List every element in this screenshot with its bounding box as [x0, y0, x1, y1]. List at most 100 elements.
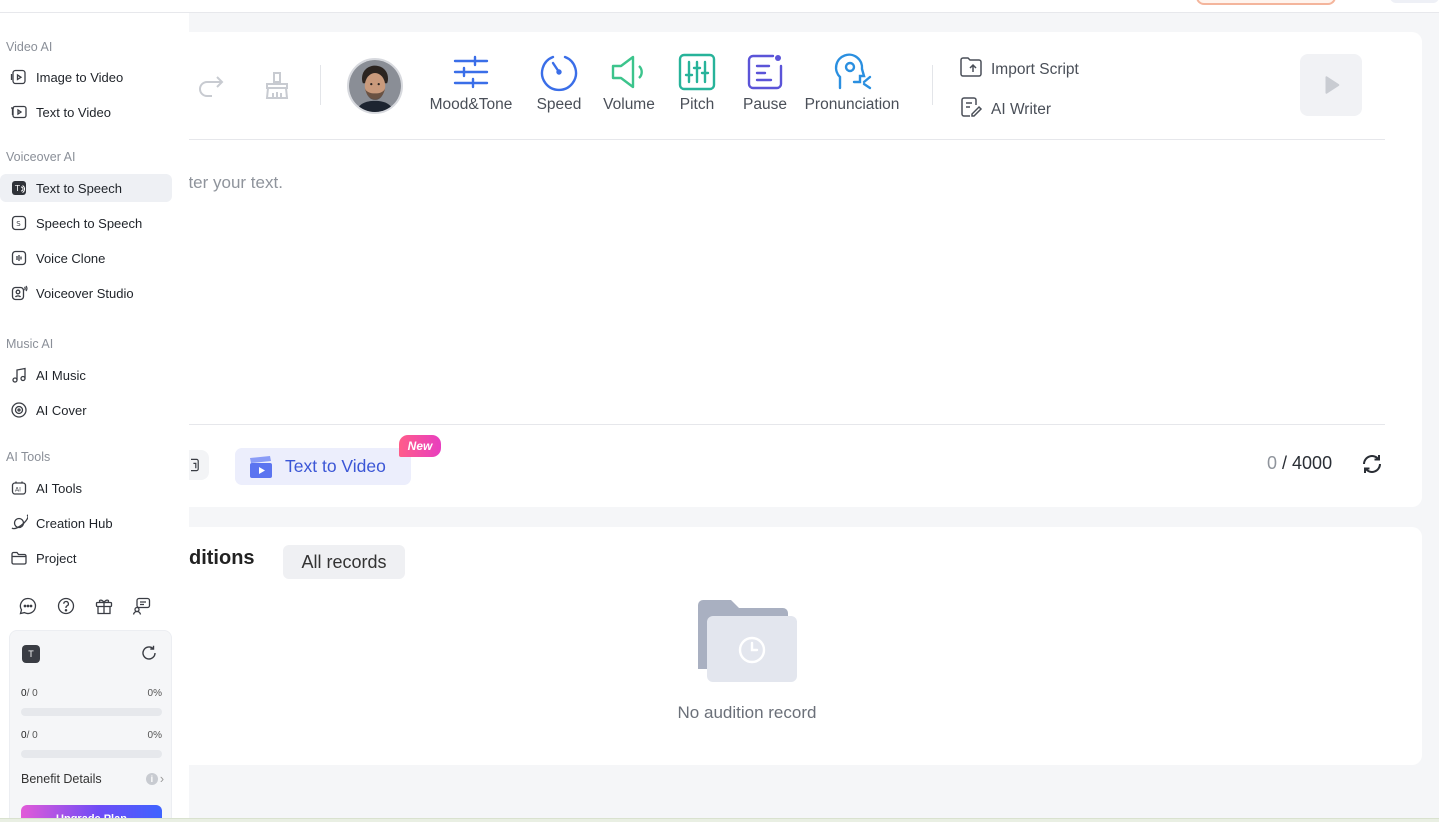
- svg-text:AI: AI: [15, 487, 21, 494]
- svg-text:T: T: [14, 184, 20, 193]
- sidebar-item-voice-clone[interactable]: Voice Clone: [0, 244, 172, 272]
- svg-text:S: S: [16, 220, 21, 228]
- sidebar-item-label: Project: [36, 550, 77, 566]
- utility-row: [18, 596, 152, 616]
- gift-icon[interactable]: [94, 596, 114, 616]
- sidebar-item-label: Image to Video: [36, 69, 124, 85]
- group-title-voiceover-ai: Voiceover AI: [6, 150, 76, 164]
- sidebar-item-ai-tools[interactable]: AI AI Tools: [0, 474, 172, 502]
- voiceover-studio-icon: [10, 284, 28, 302]
- tab-all-records[interactable]: All records: [283, 545, 405, 579]
- sidebar-item-ai-cover[interactable]: AI Cover: [0, 396, 172, 424]
- chat-icon[interactable]: [18, 596, 38, 616]
- upgrade-button-edge[interactable]: [1196, 0, 1336, 5]
- ai-writer-label: AI Writer: [991, 100, 1051, 118]
- tool-label: Speed: [536, 96, 582, 113]
- text-to-video-label: Text to Video: [285, 456, 386, 476]
- planet-icon: [10, 514, 28, 532]
- tool-label: Pause: [743, 96, 787, 113]
- quota-total: / 0: [26, 730, 38, 741]
- empty-folder-icon: [697, 599, 799, 683]
- info-icon: i: [145, 773, 158, 785]
- import-script-button[interactable]: Import Script: [959, 55, 1079, 84]
- sidebar-item-text-to-video[interactable]: Text to Video: [0, 98, 172, 126]
- quota-progress-bar: [21, 750, 162, 758]
- sidebar-item-label: Voice Clone: [36, 250, 106, 266]
- pause-tool[interactable]: Pause: [742, 52, 788, 114]
- top-bar-edge: [0, 0, 1439, 13]
- tool-label: Volume: [603, 96, 655, 113]
- music-note-icon: [10, 366, 28, 384]
- clapperboard-icon: [250, 455, 272, 478]
- sidebar-item-label: AI Music: [36, 367, 86, 383]
- character-counter: 0 / 4000: [1267, 453, 1332, 474]
- toolbar-divider-line: [189, 139, 1385, 140]
- text-to-speech-icon: T: [22, 645, 40, 663]
- clear-brush-icon[interactable]: [260, 68, 294, 102]
- sidebar: Video AI Image to Video Text to Video Vo…: [0, 13, 189, 822]
- chevron-right-icon: ›: [159, 772, 164, 786]
- sidebar-item-text-to-speech[interactable]: T Text to Speech: [0, 174, 172, 202]
- account-button-edge[interactable]: [1390, 0, 1439, 3]
- play-icon: [1325, 76, 1340, 94]
- tab-auditions[interactable]: ditions: [189, 547, 255, 570]
- quota-row: 0/ 0 0%: [21, 688, 162, 699]
- quota-row: 0/ 0 0%: [21, 730, 162, 741]
- voice-clone-icon: [10, 249, 28, 267]
- history-card: ditions All records No audition record: [189, 527, 1422, 765]
- sidebar-item-label: AI Cover: [36, 402, 87, 418]
- text-to-video-button[interactable]: Text to Video: [235, 448, 411, 485]
- import-file-icon: [959, 55, 983, 84]
- play-button[interactable]: [1300, 54, 1362, 116]
- redo-icon[interactable]: [195, 68, 229, 102]
- sidebar-item-ai-music[interactable]: AI Music: [0, 361, 172, 389]
- sidebar-item-speech-to-speech[interactable]: S Speech to Speech: [0, 209, 172, 237]
- tool-label: Pitch: [679, 96, 715, 113]
- volume-tool[interactable]: Volume: [598, 52, 660, 114]
- volume-icon: [609, 52, 649, 92]
- pitch-tool[interactable]: Pitch: [676, 52, 718, 114]
- quota-percent: 0%: [147, 688, 162, 699]
- bottom-edge: [0, 818, 1439, 822]
- pronunciation-icon: [832, 52, 872, 92]
- sidebar-item-label: Text to Speech: [36, 180, 122, 196]
- speed-tool[interactable]: Speed: [533, 52, 585, 114]
- new-badge: New: [399, 435, 441, 457]
- speech-to-speech-icon: S: [10, 214, 28, 232]
- benefit-details-link[interactable]: Benefit Details i ›: [21, 772, 164, 786]
- writer-pen-icon: [959, 95, 983, 124]
- mood-tone-tool[interactable]: Mood&Tone: [426, 52, 516, 114]
- import-script-label: Import Script: [991, 60, 1079, 78]
- folder-icon: [10, 549, 28, 567]
- voice-avatar[interactable]: [347, 58, 403, 114]
- sidebar-item-label: Voiceover Studio: [36, 285, 134, 301]
- quota-total: / 0: [26, 688, 38, 699]
- refresh-icon[interactable]: [140, 644, 158, 662]
- sidebar-item-label: Speech to Speech: [36, 215, 143, 231]
- empty-state-text: No audition record: [677, 703, 817, 722]
- quota-card: T 0/ 0 0% 0/ 0 0% Benefit Details i› Upg…: [9, 630, 172, 822]
- sidebar-item-creation-hub[interactable]: Creation Hub: [0, 509, 172, 537]
- sidebar-item-image-to-video[interactable]: Image to Video: [0, 63, 172, 91]
- equalizer-icon: [677, 52, 717, 92]
- ai-writer-button[interactable]: AI Writer: [959, 95, 1051, 124]
- pronunciation-tool[interactable]: Pronunciation: [800, 52, 904, 114]
- text-input[interactable]: [189, 173, 1385, 423]
- text-to-video-icon: [10, 103, 28, 121]
- help-icon[interactable]: [56, 596, 76, 616]
- text-to-speech-icon: T: [10, 179, 28, 197]
- sidebar-item-project[interactable]: Project: [0, 544, 172, 572]
- sidebar-item-voiceover-studio[interactable]: Voiceover Studio: [0, 279, 172, 307]
- group-title-video-ai: Video AI: [6, 40, 53, 54]
- quota-percent: 0%: [147, 730, 162, 741]
- disc-icon: [10, 401, 28, 419]
- toolbar-divider: [320, 65, 321, 105]
- benefit-details-label: Benefit Details: [21, 772, 102, 786]
- sync-icon[interactable]: [1360, 452, 1384, 476]
- feedback-icon[interactable]: [132, 596, 152, 616]
- tool-label: Pronunciation: [804, 96, 900, 113]
- quota-progress-bar: [21, 708, 162, 716]
- editor-divider-line: [189, 424, 1385, 425]
- copy-icon[interactable]: [189, 450, 209, 480]
- char-count: 0: [1267, 453, 1278, 473]
